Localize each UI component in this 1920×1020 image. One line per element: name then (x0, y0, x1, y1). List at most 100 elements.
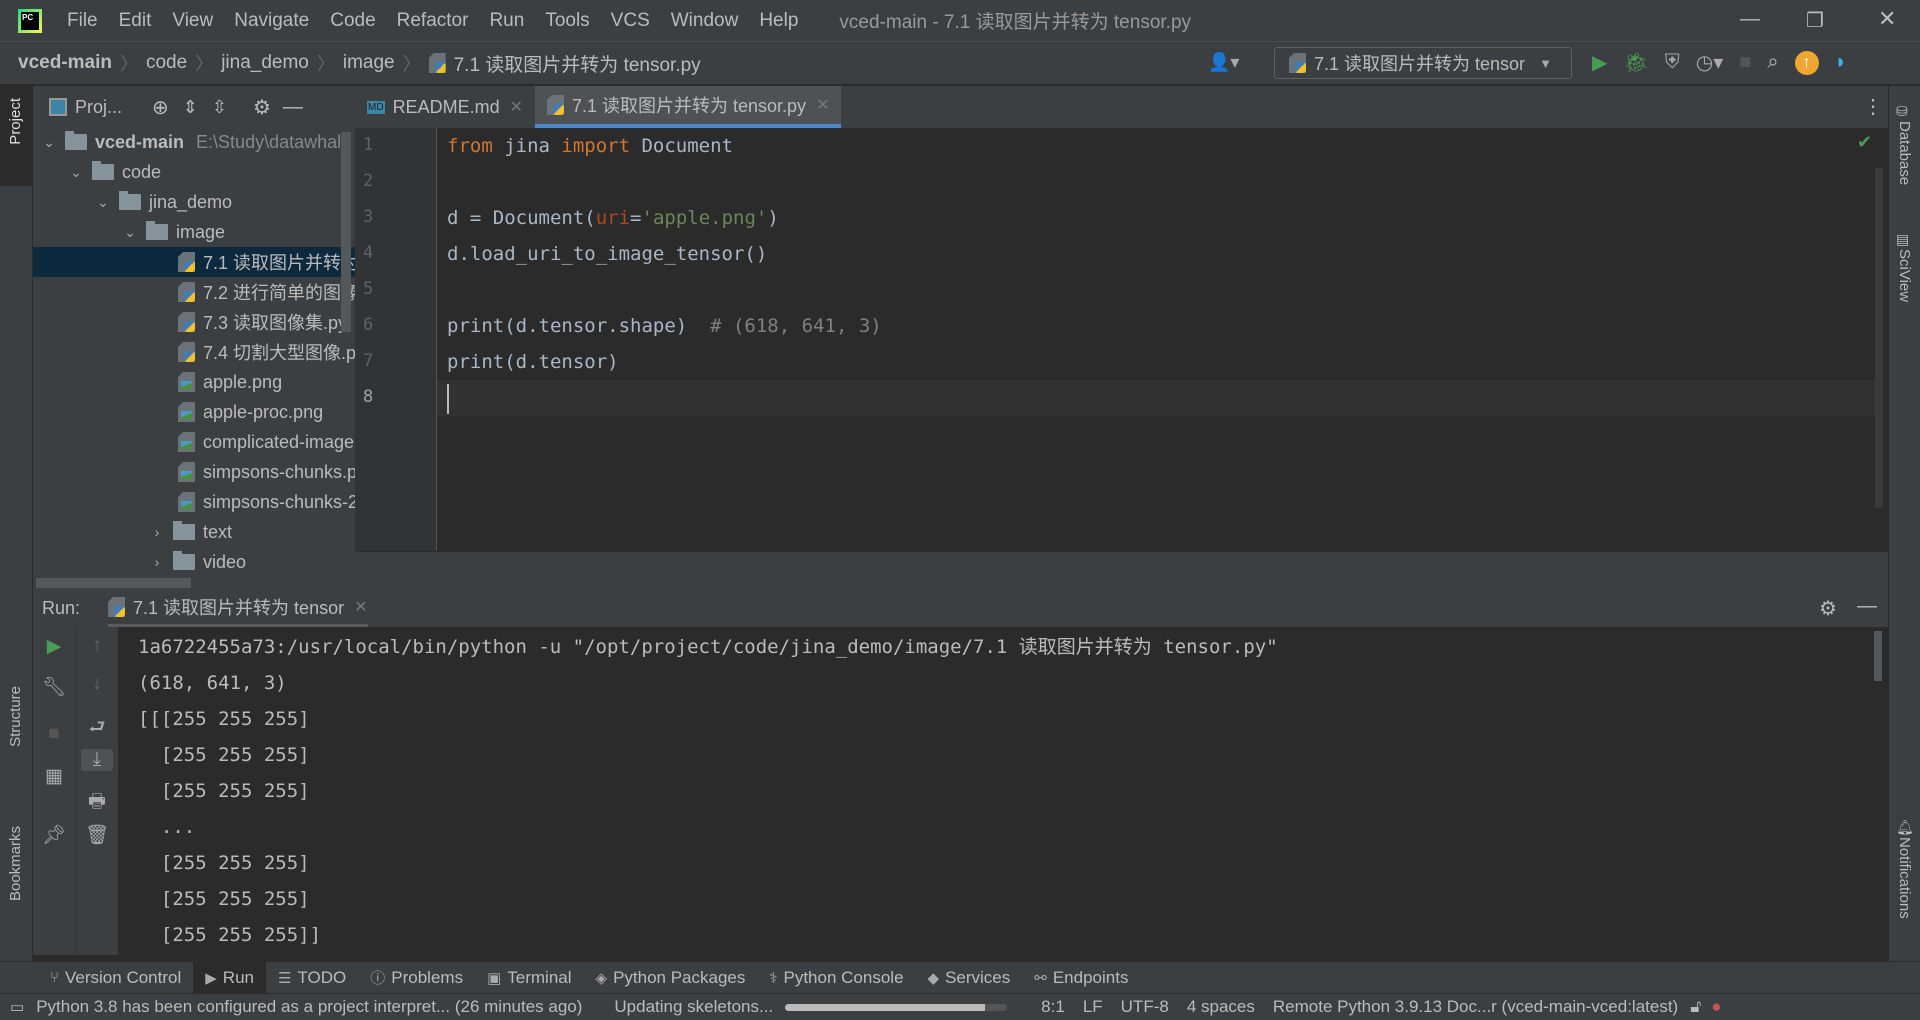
print-icon[interactable]: 🖶 (76, 787, 118, 819)
locate-icon[interactable]: ⊕ (152, 95, 169, 120)
tree-folder-video[interactable]: › video (33, 547, 355, 577)
tool-run[interactable]: ▶ Run (193, 961, 266, 994)
tree-file[interactable]: apple.png (33, 367, 355, 397)
tool-python-console[interactable]: ⚕ Python Console (757, 962, 915, 994)
bookmarks-tool-button[interactable]: Bookmarks (7, 826, 24, 906)
run-console[interactable]: 1a6722455a73:/usr/local/bin/python -u "/… (118, 627, 1882, 955)
python-interpreter[interactable]: Remote Python 3.9.13 Doc...r (vced-main-… (1273, 997, 1678, 1017)
sciview-tool-button[interactable]: ▤ SciView (1896, 228, 1913, 307)
tool-todo[interactable]: ☰ TODO (266, 962, 358, 994)
tree-file[interactable]: 7.1 读取图片并转为 tensor.py (33, 247, 355, 277)
console-scrollbar[interactable] (1874, 631, 1882, 681)
tool-services[interactable]: ◆ Services (916, 962, 1023, 994)
menu-tools[interactable]: Tools (545, 10, 589, 32)
project-vertical-scrollbar[interactable] (341, 132, 351, 332)
tab-7-1[interactable]: 7.1 读取图片并转为 tensor.py ✕ (534, 86, 842, 128)
run-icon[interactable]: ▶ (1592, 50, 1607, 75)
profile-icon[interactable]: ◷▾ (1696, 50, 1724, 75)
tree-folder-image[interactable]: ⌄ image (33, 217, 355, 247)
tool-endpoints[interactable]: ⚯ Endpoints (1022, 962, 1140, 994)
trash-icon[interactable]: 🗑︎ (76, 823, 118, 847)
breadcrumb-item[interactable]: code (146, 52, 187, 74)
tree-file[interactable]: complicated-image.png (33, 427, 355, 457)
editor-scrollbar[interactable] (1875, 168, 1883, 508)
restore-button[interactable]: ❐ (1806, 8, 1824, 33)
expand-all-icon[interactable]: ⇕ (183, 97, 198, 118)
inspection-ok-icon[interactable]: ✔ (1857, 132, 1872, 153)
background-task[interactable]: Updating skeletons... (614, 997, 773, 1017)
tool-terminal[interactable]: ▣ Terminal (475, 962, 583, 994)
menu-vcs[interactable]: VCS (611, 10, 650, 32)
file-encoding[interactable]: UTF-8 (1121, 997, 1169, 1017)
pin-icon[interactable]: 📌︎ (33, 823, 75, 847)
wrench-icon[interactable]: 🔧︎ (33, 675, 75, 699)
gear-icon[interactable]: ⚙ (1819, 596, 1837, 621)
splitter[interactable] (355, 551, 1888, 590)
user-icon[interactable]: 👤▾ (1208, 52, 1239, 73)
tree-file[interactable]: 7.4 切割大型图像.py (33, 337, 355, 367)
update-icon[interactable]: ↑ (1794, 50, 1819, 75)
notifications-tool-button[interactable]: 🔔︎ Notifications (1896, 816, 1914, 924)
tool-version-control[interactable]: ⑂ Version Control (38, 962, 193, 994)
run-tab[interactable]: 7.1 读取图片并转为 tensor ✕ (108, 590, 368, 627)
up-arrow-icon[interactable]: ↑ (76, 635, 118, 657)
tree-file[interactable]: 7.3 读取图像集.py (33, 307, 355, 337)
menu-help[interactable]: Help (759, 10, 798, 32)
menu-file[interactable]: File (67, 10, 98, 32)
coverage-icon[interactable]: ⛨ (1665, 51, 1680, 74)
error-indicator-icon[interactable]: ● (1711, 997, 1721, 1017)
rerun-icon[interactable]: ▶ (33, 635, 75, 658)
hide-icon[interactable]: — (1857, 595, 1877, 618)
layout-icon[interactable]: ▦ (33, 765, 75, 788)
caret-position[interactable]: 8:1 (1041, 997, 1065, 1017)
tree-folder-jina-demo[interactable]: ⌄ jina_demo (33, 187, 355, 217)
tree-folder-text[interactable]: › text (33, 517, 355, 547)
tree-file[interactable]: apple-proc.png (33, 397, 355, 427)
jetbrains-toolbox-icon[interactable]: ◗ (1835, 51, 1847, 74)
menu-edit[interactable]: Edit (119, 10, 152, 32)
tree-file[interactable]: simpsons-chunks.png (33, 457, 355, 487)
menu-code[interactable]: Code (330, 10, 375, 32)
project-horizontal-scrollbar[interactable] (36, 578, 191, 588)
breadcrumb-item[interactable]: image (343, 52, 395, 74)
tree-file[interactable]: simpsons-chunks-2.png (33, 487, 355, 517)
stop-icon[interactable]: ■ (1739, 51, 1751, 74)
database-tool-button[interactable]: ⛁ Database (1896, 100, 1913, 190)
status-message[interactable]: Python 3.8 has been configured as a proj… (36, 997, 582, 1017)
line-separator[interactable]: LF (1083, 997, 1103, 1017)
close-tab-icon[interactable]: ✕ (354, 597, 367, 617)
minimize-button[interactable]: — (1740, 8, 1760, 31)
project-tool-button[interactable]: Project (0, 86, 33, 186)
menu-window[interactable]: Window (671, 10, 739, 32)
close-button[interactable]: ✕ (1878, 6, 1896, 32)
search-icon[interactable]: ⌕ (1767, 51, 1778, 74)
run-config-select[interactable]: 7.1 读取图片并转为 tensor ▼ (1274, 47, 1572, 79)
debug-icon[interactable]: 🐞︎ (1623, 50, 1648, 75)
close-tab-icon[interactable]: ✕ (510, 97, 523, 117)
stop-icon[interactable]: ■ (33, 723, 75, 745)
down-arrow-icon[interactable]: ↓ (76, 673, 118, 695)
menu-view[interactable]: View (172, 10, 213, 32)
tree-root[interactable]: ⌄ vced-main E:\Study\datawhal (33, 127, 355, 157)
structure-tool-button[interactable]: Structure (7, 686, 24, 752)
indent-setting[interactable]: 4 spaces (1187, 997, 1255, 1017)
soft-wrap-icon[interactable]: ⮐ (76, 713, 118, 745)
collapse-all-icon[interactable]: ⇳ (212, 97, 227, 118)
menu-run[interactable]: Run (489, 10, 524, 32)
tab-readme[interactable]: MD README.md ✕ (355, 86, 535, 128)
lock-icon[interactable]: 🔓︎ (1690, 997, 1701, 1017)
project-panel-title[interactable]: Proj... (75, 97, 122, 118)
tree-file[interactable]: 7.2 进行简单的图像处理.py (33, 277, 355, 307)
layout-toggle-icon[interactable]: ▭ (10, 998, 24, 1016)
tool-problems[interactable]: ⓘ Problems (358, 962, 475, 994)
hide-icon[interactable]: — (283, 96, 303, 119)
breadcrumb-item[interactable]: vced-main (18, 52, 112, 74)
close-tab-icon[interactable]: ✕ (816, 95, 829, 115)
menu-refactor[interactable]: Refactor (397, 10, 469, 32)
scroll-to-end-icon[interactable]: ⤓ (81, 749, 113, 771)
gear-icon[interactable]: ⚙ (253, 95, 271, 120)
breadcrumb-item[interactable]: jina_demo (221, 52, 309, 74)
tree-folder-code[interactable]: ⌄ code (33, 157, 355, 187)
more-options-icon[interactable]: ⋮ (1863, 94, 1883, 119)
breadcrumb-item[interactable]: 7.1 读取图片并转为 tensor.py (454, 50, 701, 77)
